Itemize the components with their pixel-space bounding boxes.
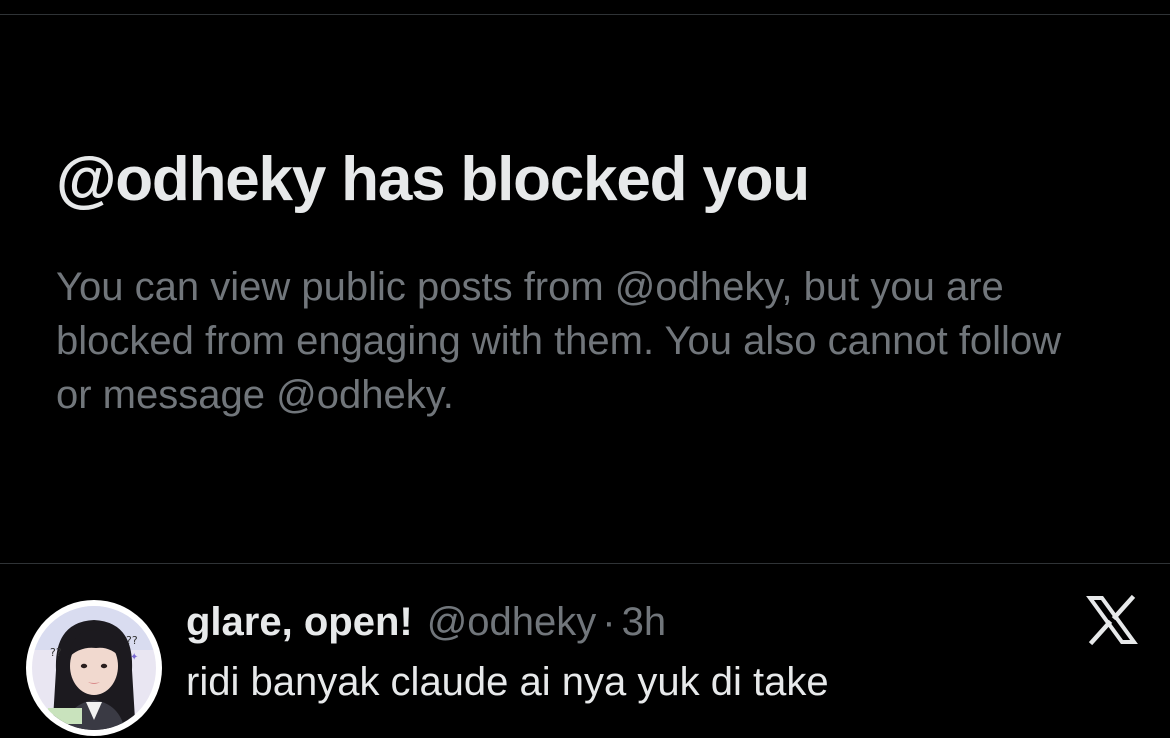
post-text: ridi banyak claude ai nya yuk di take [186, 660, 829, 704]
top-divider [0, 14, 1170, 15]
user-handle[interactable]: @odheky [427, 600, 597, 645]
avatar[interactable]: ?? ?? ✦ [26, 600, 162, 736]
post-header: glare, open! @odheky · 3h [186, 600, 666, 644]
profile-photo: ?? ?? ✦ [28, 602, 160, 734]
display-name[interactable]: glare, open! [186, 600, 413, 645]
x-logo-icon [1086, 594, 1138, 646]
svg-text:✦: ✦ [130, 652, 138, 663]
post-card[interactable]: ?? ?? ✦ glare, open! @odheky · 3h ridi b… [0, 564, 1170, 738]
separator-dot: · [602, 599, 616, 644]
blocked-notice: @odheky has blocked you You can view pub… [56, 140, 1096, 422]
blocked-title: @odheky has blocked you [56, 145, 810, 214]
svg-text:??: ?? [126, 634, 138, 647]
blocked-description: You can view public posts from @odheky, … [56, 265, 1062, 417]
svg-text:??: ?? [50, 646, 62, 659]
post-timestamp[interactable]: 3h [622, 600, 667, 645]
